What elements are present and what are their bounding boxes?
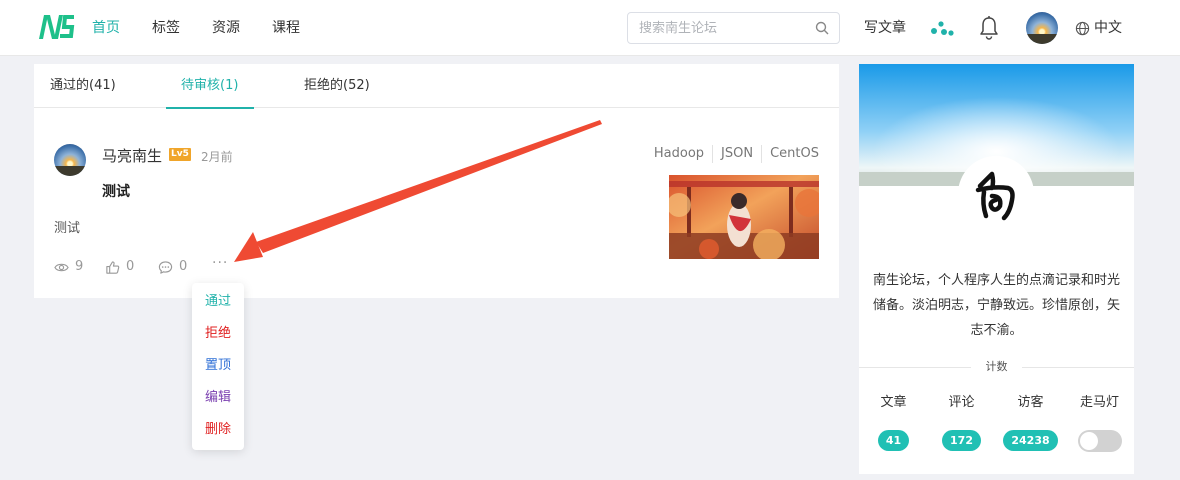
review-tabs: 通过的(41) 待审核(1) 拒绝的(52) <box>34 64 839 109</box>
language-label: 中文 <box>1094 20 1122 36</box>
post-excerpt: 测试 <box>54 221 81 236</box>
toggle-knob <box>1079 432 1098 450</box>
apps-dots-icon[interactable] <box>930 18 954 38</box>
marquee-label: 走马灯 <box>1079 395 1119 410</box>
articles-count-badge: 41 <box>877 430 910 451</box>
comments-count-badge: 172 <box>942 430 981 451</box>
menu-pin[interactable]: 置顶 <box>192 357 244 375</box>
post-thumbnail[interactable] <box>669 175 819 259</box>
nav-tags[interactable]: 标签 <box>152 18 180 38</box>
thumbs-up-icon[interactable] <box>105 260 120 275</box>
globe-icon <box>1075 21 1090 35</box>
more-actions-button[interactable]: ··· <box>212 255 228 271</box>
menu-edit[interactable]: 编辑 <box>192 389 244 407</box>
menu-approve[interactable]: 通过 <box>192 293 244 311</box>
article-review-card: 通过的(41) 待审核(1) 拒绝的(52) 马亮南生 Lv5 2月前 Hado… <box>34 64 839 298</box>
language-switch[interactable]: 中文 <box>1075 18 1122 38</box>
visitors-label: 访客 <box>1017 395 1044 410</box>
likes-stat[interactable]: 0 <box>105 258 134 276</box>
write-article-link[interactable]: 写文章 <box>864 18 906 38</box>
bell-icon[interactable] <box>978 15 1000 41</box>
nav-resources[interactable]: 资源 <box>212 18 240 38</box>
nav-courses[interactable]: 课程 <box>272 18 300 38</box>
comment-icon[interactable] <box>158 260 173 275</box>
comments-total-stat: 评论 172 <box>927 394 996 451</box>
post-time: 2月前 <box>201 150 233 164</box>
site-logo[interactable] <box>36 13 76 41</box>
tab-pending[interactable]: 待审核(1) <box>165 64 255 109</box>
eye-icon <box>54 263 69 271</box>
nav-home[interactable]: 首页 <box>92 18 120 38</box>
visitors-count-badge: 24238 <box>1003 430 1058 451</box>
tag-link[interactable]: Hadoop <box>646 145 712 163</box>
level-badge: Lv5 <box>169 148 191 161</box>
post-title[interactable]: 测试 <box>102 182 130 202</box>
comments-count: 0 <box>179 259 188 274</box>
marquee-toggle[interactable] <box>1077 430 1122 452</box>
tag-link[interactable]: CentOS <box>761 145 819 163</box>
post-tags: Hadoop JSON CentOS <box>646 145 819 163</box>
views-count: 9 <box>75 259 84 274</box>
search-icon[interactable] <box>815 21 829 35</box>
tab-approved[interactable]: 通过的(41) <box>50 64 116 108</box>
likes-count: 0 <box>126 259 135 274</box>
forum-logo-seal <box>958 156 1034 232</box>
articles-stat: 文章 41 <box>859 394 928 451</box>
author-name[interactable]: 马亮南生 <box>102 146 162 166</box>
articles-label: 文章 <box>880 395 907 410</box>
comments-label: 评论 <box>948 395 975 410</box>
search-box[interactable] <box>627 12 840 44</box>
tag-link[interactable]: JSON <box>712 145 761 163</box>
menu-reject[interactable]: 拒绝 <box>192 325 244 343</box>
comments-stat[interactable]: 0 <box>158 258 187 276</box>
views-stat: 9 <box>54 258 83 276</box>
top-navbar: 首页 标签 资源 课程 写文章 中文 <box>0 0 1180 56</box>
user-avatar[interactable] <box>1026 12 1058 44</box>
sidebar-profile-card: 南生论坛，个人程序人生的点滴记录和时光储备。淡泊明志，宁静致远。珍惜原创，矢志不… <box>859 64 1134 474</box>
search-input[interactable] <box>628 13 808 43</box>
visitors-stat: 访客 24238 <box>996 394 1065 451</box>
post-action-menu: 通过 拒绝 置顶 编辑 删除 <box>192 283 244 450</box>
menu-delete[interactable]: 删除 <box>192 421 244 439</box>
author-avatar[interactable] <box>54 144 86 176</box>
count-section-label: 计数 <box>971 358 1022 376</box>
forum-description: 南生论坛，个人程序人生的点滴记录和时光储备。淡泊明志，宁静致远。珍惜原创，矢志不… <box>872 273 1120 338</box>
tab-rejected[interactable]: 拒绝的(52) <box>304 64 370 108</box>
marquee-stat: 走马灯 <box>1065 394 1134 452</box>
